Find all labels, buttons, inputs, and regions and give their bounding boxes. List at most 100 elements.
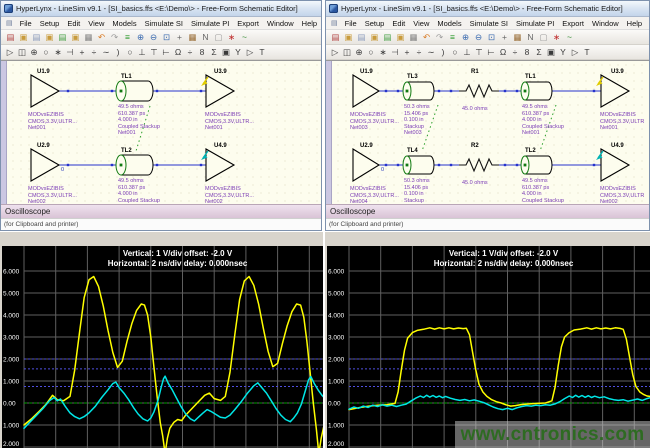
zoom-out-icon[interactable]: ⊖ bbox=[472, 31, 485, 44]
zoom-area-icon[interactable]: ⊡ bbox=[160, 31, 173, 44]
board-view-icon[interactable]: ▦ bbox=[186, 31, 199, 44]
new-file-icon[interactable]: ▤ bbox=[329, 31, 342, 44]
wizard-icon[interactable]: ∗ bbox=[225, 31, 238, 44]
redo-icon[interactable]: ↷ bbox=[108, 31, 121, 44]
power-component-icon[interactable]: ○ bbox=[365, 46, 377, 59]
ferrite-component-icon[interactable]: 8 bbox=[521, 46, 533, 59]
diode-component-icon[interactable]: ⊣ bbox=[389, 46, 401, 59]
menu-export[interactable]: Export bbox=[233, 19, 263, 28]
board-view-icon[interactable]: ▦ bbox=[511, 31, 524, 44]
ground-component-icon[interactable]: ⊥ bbox=[136, 46, 148, 59]
ic-component-icon[interactable]: ◫ bbox=[341, 46, 353, 59]
title-bar[interactable]: HyperLynx - LineSim v9.1 - [SI_basics.ff… bbox=[1, 1, 321, 17]
menu-simulate-pi[interactable]: Simulate PI bbox=[187, 19, 233, 28]
menu-help[interactable]: Help bbox=[298, 19, 321, 28]
menu-models[interactable]: Models bbox=[108, 19, 140, 28]
menu-simulate-si[interactable]: Simulate SI bbox=[466, 19, 512, 28]
connector-component-icon[interactable]: ▣ bbox=[545, 46, 557, 59]
power-component-icon[interactable]: ○ bbox=[40, 46, 52, 59]
impedance-component-icon[interactable]: Ω bbox=[497, 46, 509, 59]
menu-window[interactable]: Window bbox=[263, 19, 298, 28]
select-tool-icon[interactable]: ▷ bbox=[329, 46, 341, 59]
open-file-icon[interactable]: ▣ bbox=[17, 31, 30, 44]
menu-setup[interactable]: Setup bbox=[36, 19, 64, 28]
menu-edit[interactable]: Edit bbox=[388, 19, 409, 28]
pan-icon[interactable]: + bbox=[173, 31, 186, 44]
resistor-component-icon[interactable]: + bbox=[401, 46, 413, 59]
via-component-icon[interactable]: ○ bbox=[124, 46, 136, 59]
schematic-canvas[interactable]: U1.9MODvsEZIBISCMOS,3.3V,ULTR...Net003TL… bbox=[326, 60, 649, 204]
select-tool-icon[interactable]: ▷ bbox=[4, 46, 16, 59]
inductor-component-icon[interactable]: ∼ bbox=[425, 46, 437, 59]
redo-icon[interactable]: ↷ bbox=[433, 31, 446, 44]
title-bar[interactable]: HyperLynx - LineSim v9.1 - [SI_basics.ff… bbox=[326, 1, 649, 17]
menu-setup[interactable]: Setup bbox=[361, 19, 389, 28]
divider-component-icon[interactable]: ÷ bbox=[184, 46, 196, 59]
resistor-component-icon[interactable]: + bbox=[76, 46, 88, 59]
transistor-component-icon[interactable]: ∗ bbox=[377, 46, 389, 59]
y-junction-icon[interactable]: Y bbox=[557, 46, 569, 59]
buffer-component-icon[interactable]: ⊕ bbox=[28, 46, 40, 59]
divider-component-icon[interactable]: ÷ bbox=[509, 46, 521, 59]
inductor-component-icon[interactable]: ∼ bbox=[100, 46, 112, 59]
text-tool-icon[interactable]: T bbox=[256, 46, 268, 59]
buffer-component-icon[interactable]: ⊕ bbox=[353, 46, 365, 59]
oscilloscope-icon[interactable]: ~ bbox=[238, 31, 251, 44]
zoom-out-icon[interactable]: ⊖ bbox=[147, 31, 160, 44]
sum-component-icon[interactable]: Σ bbox=[533, 46, 545, 59]
net-probe-icon[interactable]: ▷ bbox=[244, 46, 256, 59]
save-session-icon[interactable]: ▤ bbox=[381, 31, 394, 44]
wizard-icon[interactable]: ∗ bbox=[550, 31, 563, 44]
save-file-icon[interactable]: ▤ bbox=[355, 31, 368, 44]
open-session-icon[interactable]: ▣ bbox=[368, 31, 381, 44]
menu-help[interactable]: Help bbox=[623, 19, 646, 28]
menu-export[interactable]: Export bbox=[558, 19, 588, 28]
connector-component-icon[interactable]: ▣ bbox=[220, 46, 232, 59]
zoom-area-icon[interactable]: ⊡ bbox=[485, 31, 498, 44]
document-menu-icon[interactable]: ▤ bbox=[3, 19, 16, 27]
y-junction-icon[interactable]: Y bbox=[232, 46, 244, 59]
via-component-icon[interactable]: ○ bbox=[449, 46, 461, 59]
pan-icon[interactable]: + bbox=[498, 31, 511, 44]
transistor-component-icon[interactable]: ∗ bbox=[52, 46, 64, 59]
ferrite-component-icon[interactable]: 8 bbox=[196, 46, 208, 59]
stub-component-icon[interactable]: ⊤ bbox=[148, 46, 160, 59]
stackup-editor-icon[interactable]: ≡ bbox=[121, 31, 134, 44]
net-probe-icon[interactable]: ▷ bbox=[569, 46, 581, 59]
print-icon[interactable]: ▦ bbox=[82, 31, 95, 44]
import-icon[interactable]: ▣ bbox=[394, 31, 407, 44]
tline-component-icon[interactable]: ) bbox=[437, 46, 449, 59]
undo-icon[interactable]: ↶ bbox=[95, 31, 108, 44]
oscilloscope-caption-bar[interactable]: Oscilloscope bbox=[326, 204, 649, 218]
net002-circuit[interactable] bbox=[31, 149, 234, 181]
oscilloscope-caption-bar[interactable]: Oscilloscope bbox=[1, 204, 321, 218]
sum-component-icon[interactable]: Σ bbox=[208, 46, 220, 59]
net-browse-icon[interactable]: N bbox=[524, 31, 537, 44]
menu-simulate-si[interactable]: Simulate SI bbox=[141, 19, 187, 28]
oscilloscope-icon[interactable]: ~ bbox=[563, 31, 576, 44]
zoom-in-icon[interactable]: ⊕ bbox=[459, 31, 472, 44]
menu-file[interactable]: File bbox=[16, 19, 36, 28]
net003-net001-circuit[interactable] bbox=[353, 75, 629, 107]
tline-component-icon[interactable]: ) bbox=[112, 46, 124, 59]
print-icon[interactable]: ▦ bbox=[407, 31, 420, 44]
document-menu-icon[interactable]: ▤ bbox=[328, 19, 341, 27]
save-file-icon[interactable]: ▤ bbox=[30, 31, 43, 44]
net001-circuit[interactable] bbox=[31, 75, 234, 107]
diode-component-icon[interactable]: ⊣ bbox=[64, 46, 76, 59]
schematic-canvas[interactable]: U1.9MODvsEZIBISCMOS,3.3V,ULTR...Net001TL… bbox=[1, 60, 321, 204]
ic-component-icon[interactable]: ◫ bbox=[16, 46, 28, 59]
pin-component-icon[interactable]: ⊢ bbox=[485, 46, 497, 59]
capacitor-component-icon[interactable]: ÷ bbox=[413, 46, 425, 59]
import-icon[interactable]: ▣ bbox=[69, 31, 82, 44]
stackup-editor-icon[interactable]: ≡ bbox=[446, 31, 459, 44]
report-icon[interactable]: ▢ bbox=[537, 31, 550, 44]
zoom-in-icon[interactable]: ⊕ bbox=[134, 31, 147, 44]
report-icon[interactable]: ▢ bbox=[212, 31, 225, 44]
net004-net002-circuit[interactable] bbox=[353, 149, 629, 181]
text-tool-icon[interactable]: T bbox=[581, 46, 593, 59]
open-session-icon[interactable]: ▣ bbox=[43, 31, 56, 44]
menu-edit[interactable]: Edit bbox=[63, 19, 84, 28]
ground-component-icon[interactable]: ⊥ bbox=[461, 46, 473, 59]
undo-icon[interactable]: ↶ bbox=[420, 31, 433, 44]
